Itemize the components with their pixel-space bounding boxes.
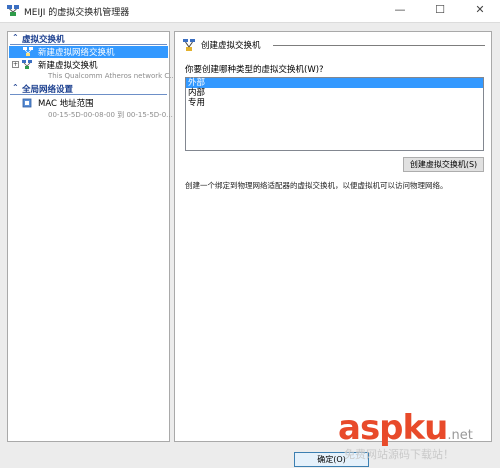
properties-panel: 创建虚拟交换机 你要创建哪种类型的虚拟交换机(W)? 外部 内部 专用 创建虚拟…	[174, 31, 492, 442]
tree-item-virtual-switch[interactable]: + 新建虚拟交换机	[9, 59, 168, 71]
minimize-button[interactable]: —	[380, 0, 420, 22]
group-title: 创建虚拟交换机	[201, 41, 261, 51]
group-divider	[273, 45, 485, 46]
section-header-virtual-switches[interactable]: ⌃ 虚拟交换机	[9, 33, 168, 45]
collapse-chevron-icon[interactable]: ⌃	[12, 83, 19, 92]
section-header-global-network-settings[interactable]: ⌃ 全局网络设置	[9, 83, 168, 95]
switch-type-list[interactable]: 外部 内部 专用	[185, 77, 484, 151]
virtual-switch-manager-icon	[7, 5, 19, 16]
list-item-private[interactable]: 专用	[186, 98, 483, 108]
site-watermark: aspku.net 免费网站源码下载站！	[338, 410, 500, 466]
navigation-tree: ⌃ 虚拟交换机 新建虚拟网络交换机 + 新建虚拟交换机 This Qualcom…	[7, 31, 176, 442]
section-divider	[10, 44, 167, 45]
watermark-brand: aspku	[338, 408, 448, 448]
close-button[interactable]: ✕	[460, 0, 500, 22]
section-divider	[10, 94, 167, 95]
tree-item-label: MAC 地址范围	[38, 99, 94, 109]
tree-item-label: 新建虚拟交换机	[38, 61, 98, 71]
switch-type-prompt: 你要创建哪种类型的虚拟交换机(W)?	[185, 65, 324, 75]
tree-item-subtitle: This Qualcomm Atheros network C...	[48, 72, 176, 80]
mac-address-icon	[22, 98, 32, 108]
collapse-chevron-icon[interactable]: ⌃	[12, 33, 19, 42]
switch-type-description: 创建一个绑定到物理网络适配器的虚拟交换机，以便虚拟机可以访问物理网络。	[185, 181, 448, 190]
expand-icon[interactable]: +	[12, 61, 19, 68]
maximize-button[interactable]: ☐	[420, 0, 460, 22]
list-item-internal[interactable]: 内部	[186, 88, 483, 98]
list-item-external[interactable]: 外部	[186, 78, 483, 88]
watermark-subtitle: 免费网站源码下载站！	[344, 448, 454, 461]
create-virtual-switch-button[interactable]: 创建虚拟交换机(S)	[403, 157, 484, 172]
tree-item-subtitle: 00-15-5D-00-08-00 到 00-15-5D-0...	[48, 111, 173, 119]
network-switch-icon	[22, 60, 32, 69]
title-bar: MEIJI 的虚拟交换机管理器 — ☐ ✕	[0, 0, 500, 22]
tree-item-mac-address-range[interactable]: MAC 地址范围	[9, 97, 168, 109]
new-switch-icon	[23, 47, 33, 56]
dialog-body: ⌃ 虚拟交换机 新建虚拟网络交换机 + 新建虚拟交换机 This Qualcom…	[0, 22, 500, 468]
watermark-domain: .net	[447, 428, 473, 443]
tree-item-new-virtual-switch[interactable]: 新建虚拟网络交换机	[9, 46, 168, 58]
tree-item-label: 新建虚拟网络交换机	[38, 48, 115, 58]
window-title: MEIJI 的虚拟交换机管理器	[24, 8, 130, 18]
create-switch-group: 创建虚拟交换机	[183, 38, 485, 52]
create-switch-icon	[183, 39, 195, 51]
